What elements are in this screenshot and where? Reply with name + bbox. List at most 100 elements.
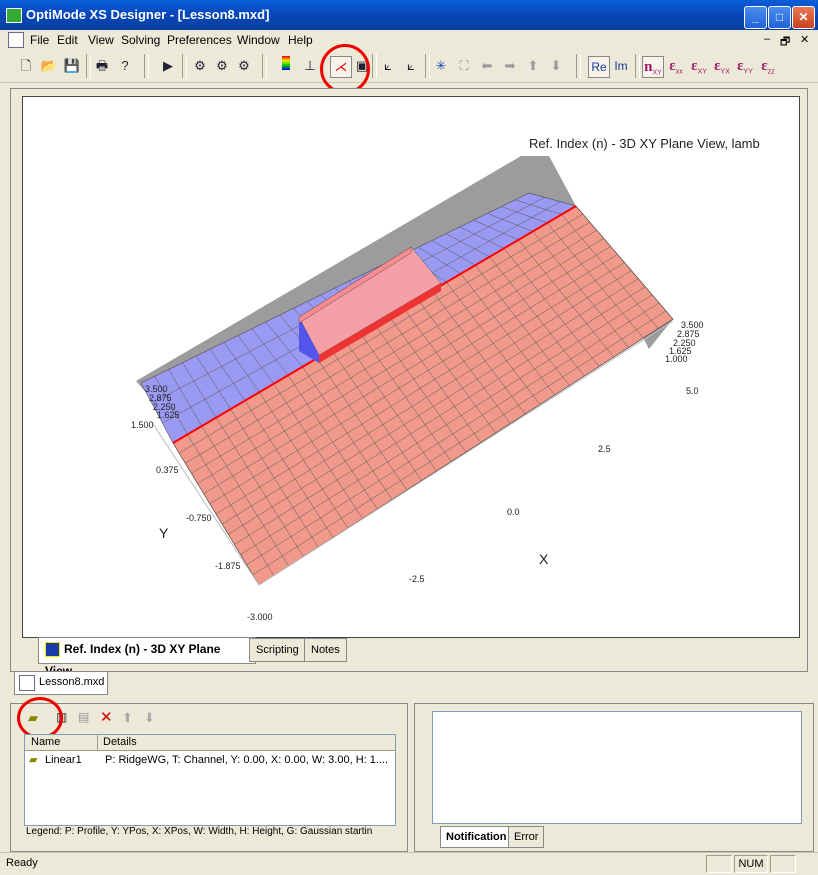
menu-bar: File Edit View Solving Preferences Windo… xyxy=(0,30,818,50)
eps-yx-button[interactable]: εYX xyxy=(712,56,732,76)
toolbar-separator xyxy=(425,54,430,78)
z-tick-label: 1.000 xyxy=(665,354,688,364)
tab-notes[interactable]: Notes xyxy=(304,638,347,662)
zoom-out-icon[interactable]: ⛶ xyxy=(454,56,474,76)
eps-xx-button[interactable]: εxx xyxy=(666,56,686,76)
x-tick-label: 0.0 xyxy=(507,507,520,517)
pan-left-icon[interactable]: ⬅ xyxy=(477,56,497,76)
mdi-minimize-button[interactable]: – xyxy=(764,33,770,45)
toolbar-separator xyxy=(182,54,187,78)
axes-icon[interactable]: ⊥ xyxy=(300,56,320,76)
highlight-circle xyxy=(320,44,370,94)
toolbar: 🗋 📂 💾 🖶 ? ▶ ⚙ ⚙ ⚙ ⊥ ⋌ ▣ ⟀ ⟀ ✳ ⛶ ⬅ ➡ ⬆ ⬇ … xyxy=(0,50,818,83)
y-tick-label: 1.500 xyxy=(131,420,154,430)
eps-xy-button[interactable]: εXY xyxy=(689,56,709,76)
menu-file[interactable]: File xyxy=(30,33,49,47)
num-lock-indicator: NUM xyxy=(734,855,768,873)
menu-solving[interactable]: Solving xyxy=(121,33,160,47)
x-tick-label: 5.0 xyxy=(686,386,699,396)
toolbar-separator xyxy=(576,54,581,78)
profile-name: Linear1 xyxy=(45,754,82,766)
solve-mode-3-icon[interactable]: ⚙ xyxy=(234,56,254,76)
menu-preferences[interactable]: Preferences xyxy=(167,33,232,47)
status-text: Ready xyxy=(6,857,38,869)
menu-view[interactable]: View xyxy=(88,33,114,47)
document-tab-label: Lesson8.mxd xyxy=(39,676,105,688)
plot-title: Ref. Index (n) - 3D XY Plane View, lamb xyxy=(529,136,760,151)
y-tick-label: -3.000 xyxy=(247,612,273,622)
eps-yx-sub: YX xyxy=(720,68,730,76)
y-tick-label: 0.375 xyxy=(156,465,179,475)
maximize-button[interactable]: □ xyxy=(768,6,791,29)
column-header-name[interactable]: Name xyxy=(31,736,60,748)
status-panel xyxy=(770,855,796,873)
close-button[interactable]: ✕ xyxy=(792,6,815,29)
y-axis-label: Y xyxy=(159,525,169,541)
toolbar-separator xyxy=(262,54,267,78)
plot-3d-surface[interactable] xyxy=(23,97,799,637)
toolbar-separator xyxy=(86,54,91,78)
zoom-in-icon[interactable]: ✳ xyxy=(431,56,451,76)
save-icon[interactable]: 💾 xyxy=(62,56,82,76)
real-part-button[interactable]: Re xyxy=(588,56,610,78)
profile-details: P: RidgeWG, T: Channel, Y: 0.00, X: 0.00… xyxy=(105,754,389,766)
pan-right-icon[interactable]: ➡ xyxy=(500,56,520,76)
eps-yy-sub: YY xyxy=(743,68,753,76)
new-file-icon[interactable]: 🗋 xyxy=(16,56,36,76)
move-down-icon[interactable]: ⬇ xyxy=(144,710,160,728)
highlight-circle xyxy=(17,697,63,739)
move-up-icon[interactable]: ⬆ xyxy=(122,710,138,728)
tab-3d-xy-plane-view[interactable]: Ref. Index (n) - 3D XY Plane View xyxy=(38,637,256,678)
pan-down-icon[interactable]: ⬇ xyxy=(546,56,566,76)
title-bar[interactable]: OptiMode XS Designer - [Lesson8.mxd] _ □… xyxy=(0,0,818,30)
y-tick-label: -1.875 xyxy=(215,561,241,571)
eps-zz-button[interactable]: εzz xyxy=(758,56,778,76)
column-header-details[interactable]: Details xyxy=(103,736,137,748)
app-icon[interactable] xyxy=(6,8,22,23)
color-scale-icon[interactable] xyxy=(276,56,296,76)
notification-output[interactable] xyxy=(432,711,802,824)
x-tick-label: -2.5 xyxy=(409,574,425,584)
x-axis-label: X xyxy=(539,551,549,567)
column-divider[interactable] xyxy=(97,735,98,750)
minimize-button[interactable]: _ xyxy=(744,6,767,29)
run-icon[interactable]: ▶ xyxy=(158,56,178,76)
n-xy-sub: XY xyxy=(652,69,662,77)
menu-window[interactable]: Window xyxy=(237,33,280,47)
toolbar-separator xyxy=(372,54,377,78)
tab-scripting[interactable]: Scripting xyxy=(249,638,306,662)
n-xy-button[interactable]: nXY xyxy=(642,56,664,78)
table-row[interactable]: ▰ Linear1 P: RidgeWG, T: Channel, Y: 0.0… xyxy=(25,753,395,769)
window-title: OptiMode XS Designer - [Lesson8.mxd] xyxy=(26,7,270,22)
pan-up-icon[interactable]: ⬆ xyxy=(523,56,543,76)
solve-mode-1-icon[interactable]: ⚙ xyxy=(190,56,210,76)
tab-notification[interactable]: Notification xyxy=(440,826,513,848)
profile-icon: ▰ xyxy=(29,754,38,766)
copy-profile-icon[interactable]: ▤ xyxy=(78,710,94,728)
plot-area[interactable]: Ref. Index (n) - 3D XY Plane View, lamb … xyxy=(22,96,800,638)
eps-yy-button[interactable]: εYY xyxy=(735,56,755,76)
imaginary-part-button[interactable]: Im xyxy=(611,56,631,76)
z-tick-label: 1.625 xyxy=(157,410,180,420)
mdi-close-button[interactable]: ✕ xyxy=(800,33,809,46)
n-xy-label: n xyxy=(644,59,653,75)
x-tick-label: 2.5 xyxy=(598,444,611,454)
eps-xy-sub: XY xyxy=(697,68,707,76)
tab-error[interactable]: Error xyxy=(508,826,545,848)
eps-zz-sub: zz xyxy=(767,68,775,76)
menu-help[interactable]: Help xyxy=(288,33,313,47)
status-bar: Ready NUM xyxy=(0,852,818,875)
print-icon[interactable]: 🖶 xyxy=(92,56,112,76)
menu-edit[interactable]: Edit xyxy=(57,33,78,47)
profile-list[interactable]: Name Details ▰ Linear1 P: RidgeWG, T: Ch… xyxy=(24,734,396,826)
solve-mode-2-icon[interactable]: ⚙ xyxy=(212,56,232,76)
document-tab[interactable]: Lesson8.mxd xyxy=(14,671,108,695)
toolbar-separator xyxy=(635,54,640,78)
y-cut-icon[interactable]: ⟀ xyxy=(401,56,421,76)
x-cut-icon[interactable]: ⟀ xyxy=(378,56,398,76)
delete-icon[interactable]: ✕ xyxy=(100,708,116,726)
legend-text: Legend: P: Profile, Y: YPos, X: XPos, W:… xyxy=(26,826,373,837)
document-icon[interactable] xyxy=(8,32,24,48)
open-folder-icon[interactable]: 📂 xyxy=(39,56,59,76)
help-icon[interactable]: ? xyxy=(115,56,135,76)
